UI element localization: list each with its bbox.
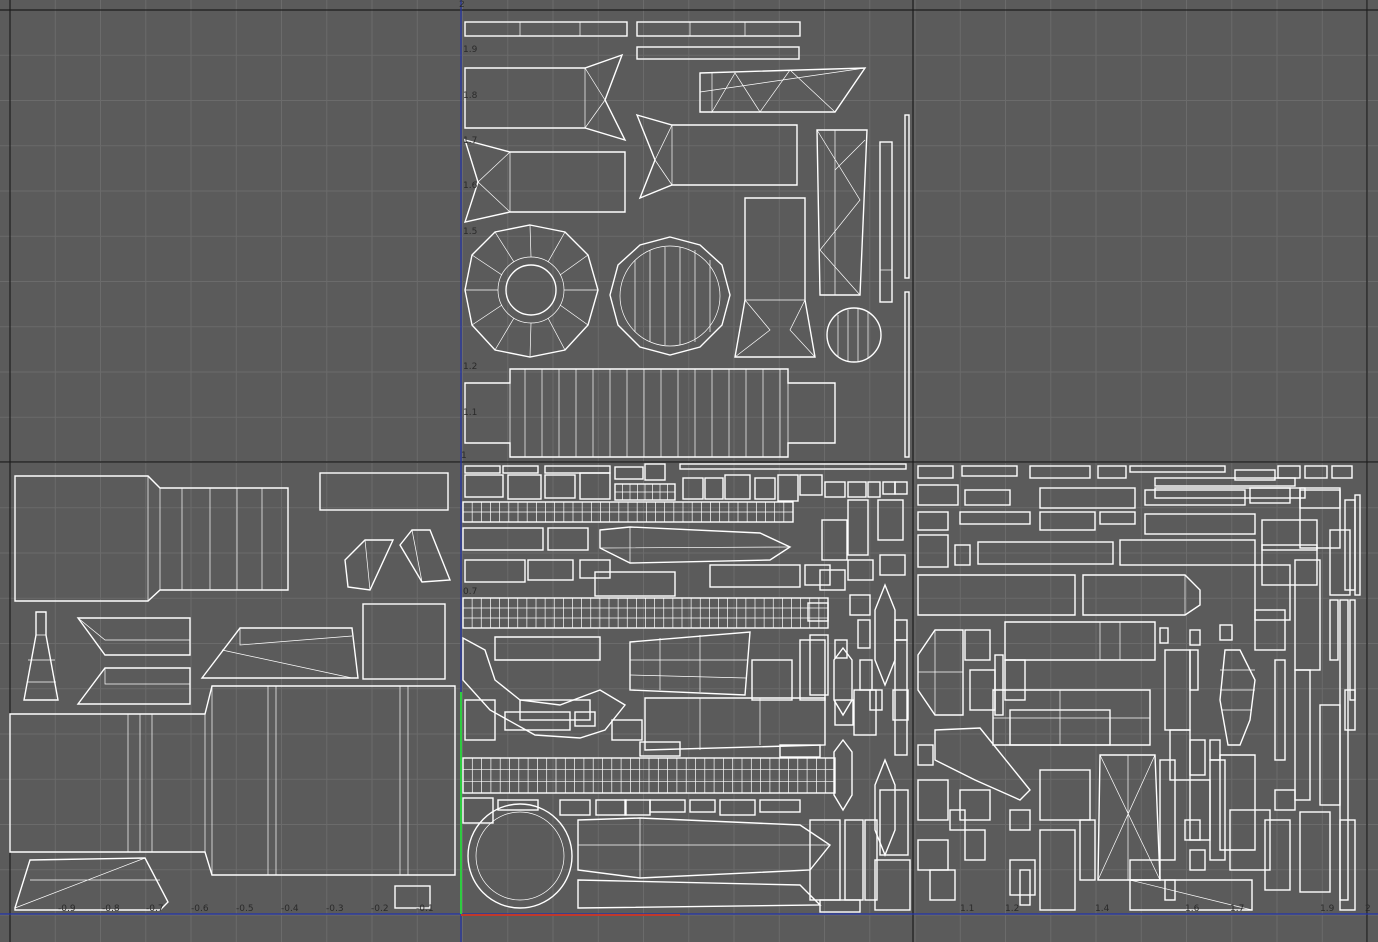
u-tick-label: -0.8 <box>102 904 120 914</box>
u-tick-label: 1.4 <box>1095 904 1110 914</box>
uv-texture-editor-viewport[interactable]: 2 1 0.7 1.9 1.8 1.7 1.6 1.5 1.2 1.1 -0.9… <box>0 0 1378 942</box>
v-tick-label: 1.8 <box>463 91 478 101</box>
u-tick-label: -0.4 <box>281 904 299 914</box>
u-tick-label: 1.6 <box>1185 904 1200 914</box>
u-tick-label: 1.1 <box>960 904 974 914</box>
v-bottom-label: 1 <box>461 451 467 461</box>
u-tick-label: -0.5 <box>236 904 254 914</box>
v-tick-label: 1.1 <box>463 408 477 418</box>
u-tick-label: -0.3 <box>326 904 344 914</box>
v-tick-label: 1.2 <box>463 362 477 372</box>
u-tick-label: 2 <box>1365 904 1371 914</box>
u-tick-label: -0.2 <box>371 904 389 914</box>
u-tick-label: -0.6 <box>191 904 209 914</box>
u-tick-label: 1.7 <box>1230 904 1244 914</box>
u-tick-label: -0.7 <box>146 904 164 914</box>
v-inner-label: 0.7 <box>463 587 477 597</box>
u-tick-label: -0.1 <box>416 904 434 914</box>
v-top-label: 2 <box>459 0 465 10</box>
u-tick-label: 1.9 <box>1320 904 1335 914</box>
v-tick-label: 1.5 <box>463 227 477 237</box>
v-tick-label: 1.7 <box>463 136 477 146</box>
v-tick-label: 1.9 <box>463 45 478 55</box>
u-tick-label: -0.9 <box>58 904 76 914</box>
v-tick-label: 1.6 <box>463 181 478 191</box>
u-tick-label: 1.2 <box>1005 904 1019 914</box>
